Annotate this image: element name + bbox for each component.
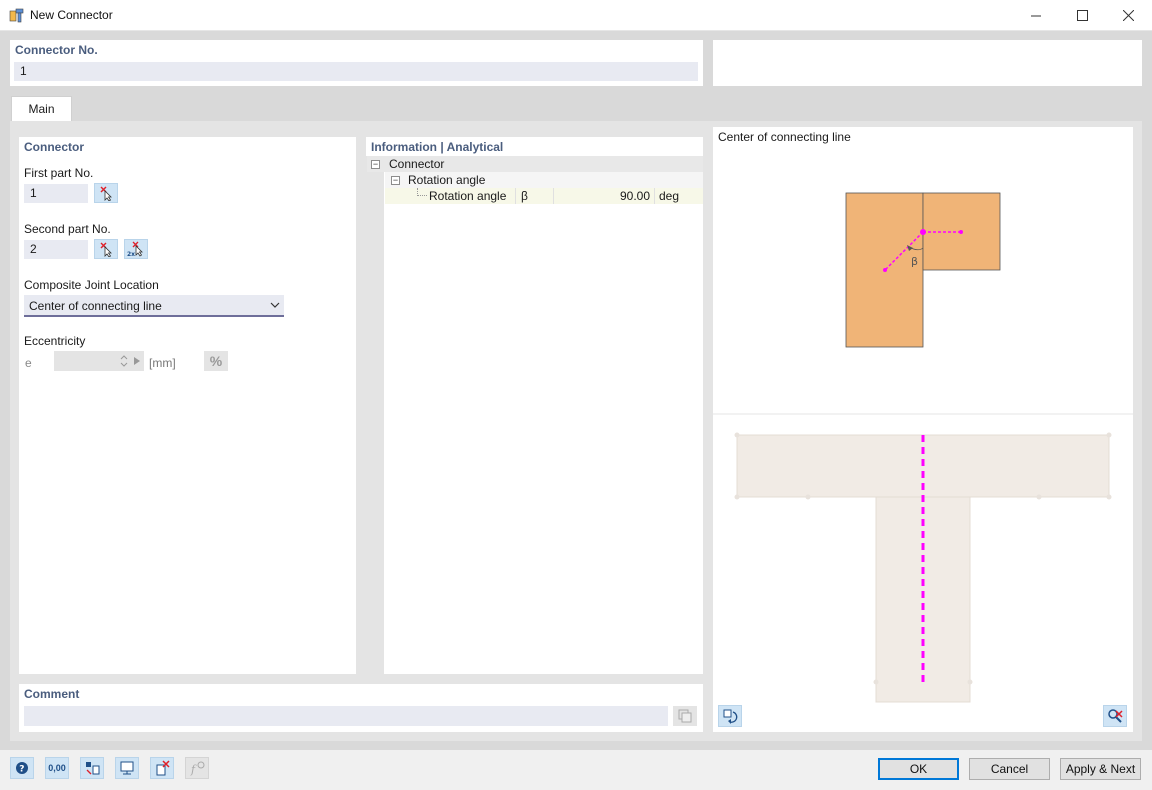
- column-side-shape: [875, 496, 971, 703]
- app-icon: [9, 8, 24, 23]
- apply-next-button[interactable]: Apply & Next: [1060, 758, 1141, 780]
- composite-location-value: Center of connecting line: [29, 299, 162, 313]
- eccentricity-symbol: e: [25, 356, 32, 370]
- zoom-reset-icon: [1108, 709, 1123, 723]
- tab-main[interactable]: Main: [11, 96, 72, 121]
- arrow-right-icon: [134, 357, 140, 365]
- formula-button[interactable]: f: [185, 757, 209, 779]
- chevron-down-icon: [270, 302, 280, 308]
- maximize-icon: [1076, 10, 1088, 21]
- display-properties-button[interactable]: [80, 757, 104, 779]
- tree-gutter: [366, 156, 384, 674]
- help-button[interactable]: ?: [10, 757, 34, 779]
- eccentricity-input[interactable]: [54, 351, 144, 371]
- spinner-icon: [120, 355, 128, 367]
- title-bar: New Connector: [0, 0, 1152, 31]
- end-point-2: [883, 268, 887, 272]
- comment-panel: Comment: [19, 684, 703, 732]
- connector-no-panel: Connector No. 1: [10, 40, 703, 86]
- percent-icon: %: [209, 353, 223, 369]
- svg-text:f: f: [190, 763, 197, 776]
- delete-icon: [156, 760, 170, 776]
- connector-no-input[interactable]: 1: [14, 62, 698, 81]
- rotation-angle-value[interactable]: 90.00: [553, 188, 654, 204]
- rotation-angle-unit: deg: [654, 188, 703, 204]
- preview-zoom-button[interactable]: [1103, 705, 1127, 727]
- comment-input[interactable]: [24, 706, 668, 726]
- rotation-angle-name: Rotation angle: [429, 189, 507, 203]
- top-right-panel: [713, 40, 1142, 86]
- preview-panel: Center of connecting line β: [713, 127, 1133, 732]
- beta-label: β: [911, 255, 918, 268]
- pick-cursor-icon: [100, 186, 112, 201]
- eccentricity-unit: [mm]: [149, 356, 176, 370]
- tree-rotation-group-label: Rotation angle: [408, 173, 486, 187]
- connector-panel: Connector First part No. 1 Second part N…: [19, 137, 356, 674]
- connector-no-label: Connector No.: [15, 43, 98, 57]
- info-section-title: Information | Analytical: [371, 140, 504, 154]
- pick-cursor-icon: [100, 242, 112, 257]
- ok-button[interactable]: OK: [878, 758, 959, 780]
- close-button[interactable]: [1105, 0, 1151, 31]
- units-icon: 0,00: [48, 763, 66, 773]
- connector-section-title: Connector: [24, 140, 84, 154]
- pick-twice-icon: 2x: [127, 241, 143, 257]
- pick-twice-button[interactable]: 2x: [124, 239, 148, 259]
- formula-icon: f: [190, 761, 205, 776]
- second-part-input[interactable]: 2: [24, 240, 88, 259]
- preview-view-button[interactable]: [718, 705, 742, 727]
- tree-connector-label: Connector: [389, 157, 445, 171]
- preview-canvas: β: [713, 192, 1133, 703]
- tree-row-rotation-angle[interactable]: Rotation angle β 90.00 deg: [385, 188, 703, 204]
- pick-second-part-button[interactable]: [94, 239, 118, 259]
- delete-button[interactable]: [150, 757, 174, 779]
- tree-row-rotation-group[interactable]: − Rotation angle: [385, 172, 703, 188]
- close-icon: [1122, 10, 1134, 21]
- view-icon: [120, 761, 134, 775]
- help-icon: ?: [16, 762, 28, 775]
- minimize-icon: [1031, 15, 1041, 16]
- svg-text:2x: 2x: [127, 251, 135, 257]
- info-panel: Information | Analytical: [366, 137, 703, 674]
- pick-first-part-button[interactable]: [94, 183, 118, 203]
- collapse-icon[interactable]: −: [371, 159, 380, 169]
- cancel-button[interactable]: Cancel: [969, 758, 1050, 780]
- display-properties-icon: [86, 762, 100, 775]
- bottom-bar: ? 0,00 f OK Cancel Apply & Next: [0, 750, 1152, 790]
- percent-button[interactable]: %: [204, 351, 228, 371]
- first-part-label: First part No.: [24, 166, 94, 180]
- tab-main-label: Main: [28, 102, 55, 116]
- rotate-view-icon: [723, 709, 738, 724]
- tree-connector-line: [417, 188, 427, 196]
- comment-library-button[interactable]: [673, 706, 697, 726]
- end-point-1: [959, 230, 963, 234]
- minimize-button[interactable]: [1013, 0, 1059, 31]
- eccentricity-label: Eccentricity: [24, 334, 86, 348]
- joint-point: [920, 229, 926, 235]
- units-button[interactable]: 0,00: [45, 757, 69, 779]
- comment-label: Comment: [24, 687, 80, 701]
- maximize-button[interactable]: [1059, 0, 1105, 31]
- composite-location-select[interactable]: Center of connecting line: [24, 295, 284, 317]
- collapse-icon[interactable]: −: [391, 175, 400, 185]
- rotation-angle-symbol: β: [515, 188, 553, 204]
- composite-location-label: Composite Joint Location: [24, 278, 159, 292]
- view-button[interactable]: [115, 757, 139, 779]
- window-title: New Connector: [30, 8, 113, 22]
- first-part-input[interactable]: 1: [24, 184, 88, 203]
- tree-row-connector[interactable]: − Connector: [367, 156, 703, 172]
- copy-icon: [678, 709, 692, 723]
- svg-text:?: ?: [19, 765, 24, 775]
- second-part-label: Second part No.: [24, 222, 111, 236]
